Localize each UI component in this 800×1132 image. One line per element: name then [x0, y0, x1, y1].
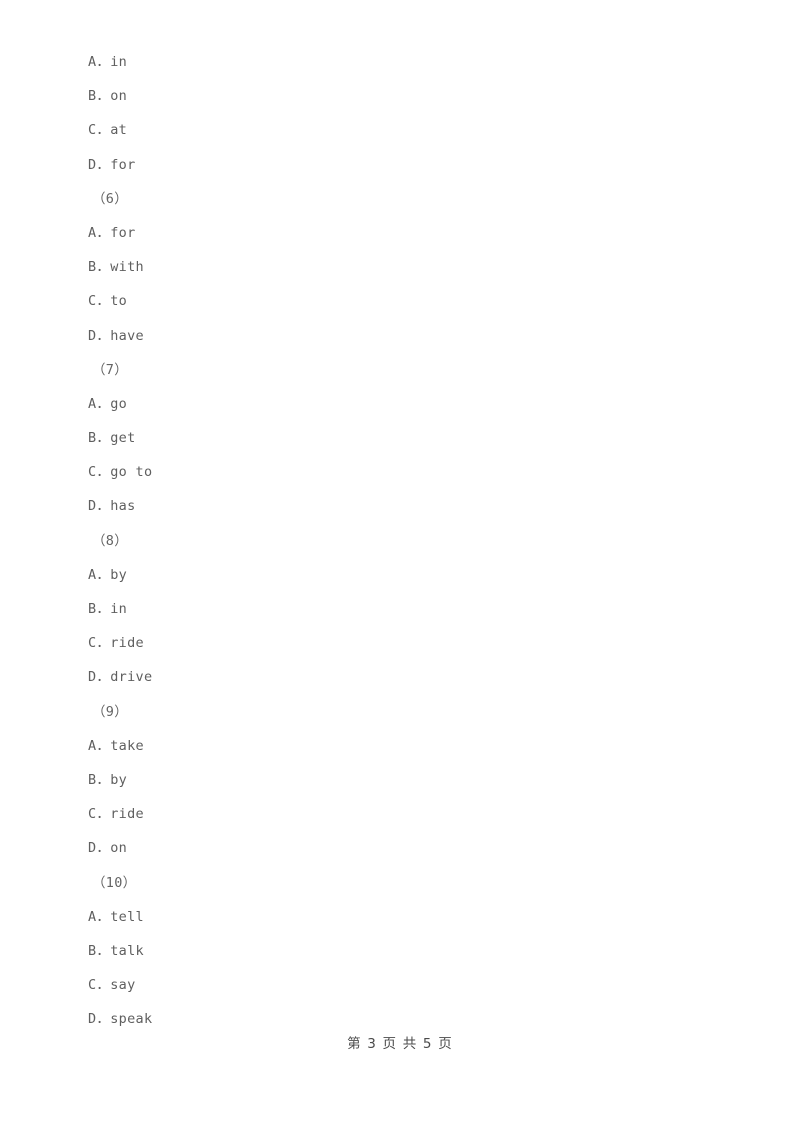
- answer-option: C．go to: [88, 464, 153, 481]
- question-number: （8）: [92, 532, 129, 549]
- answer-option: C．ride: [88, 806, 144, 823]
- answer-option: B．get: [88, 430, 136, 447]
- answer-option: B．on: [88, 88, 128, 105]
- page-footer: 第 3 页 共 5 页: [347, 1036, 453, 1052]
- answer-option: B．in: [88, 601, 128, 617]
- answer-option: B．talk: [88, 942, 144, 959]
- answer-option: B．by: [88, 771, 128, 788]
- question-number: （7）: [92, 361, 129, 378]
- document-page: A．in B．on C．at D．for （6） A．for B．with C．to D．hav…: [0, 0, 800, 1132]
- answer-option: D．on: [88, 840, 128, 857]
- question-number: （9）: [92, 703, 129, 720]
- question-options-list: A．in B．on C．at D．for （6） A．for B．with C．to D．hav…: [88, 45, 728, 1036]
- answer-option: D．drive: [88, 669, 153, 686]
- answer-option: A．tell: [88, 908, 144, 925]
- answer-option: A．by: [88, 566, 128, 583]
- answer-option: D．for: [88, 156, 136, 173]
- answer-option: B．with: [88, 259, 144, 276]
- answer-option: A．for: [88, 224, 136, 241]
- answer-option: A．take: [88, 737, 144, 754]
- answer-option: C．to: [88, 293, 128, 310]
- question-number: （6）: [92, 190, 129, 207]
- answer-option: D．have: [88, 327, 144, 344]
- answer-option: C．say: [88, 977, 136, 994]
- question-number: （10）: [92, 874, 137, 891]
- answer-option: A．go: [88, 395, 128, 412]
- answer-option: C．ride: [88, 635, 144, 652]
- answer-option: C．at: [88, 122, 128, 139]
- answer-option: A．in: [88, 54, 128, 70]
- answer-option: D．has: [88, 498, 136, 515]
